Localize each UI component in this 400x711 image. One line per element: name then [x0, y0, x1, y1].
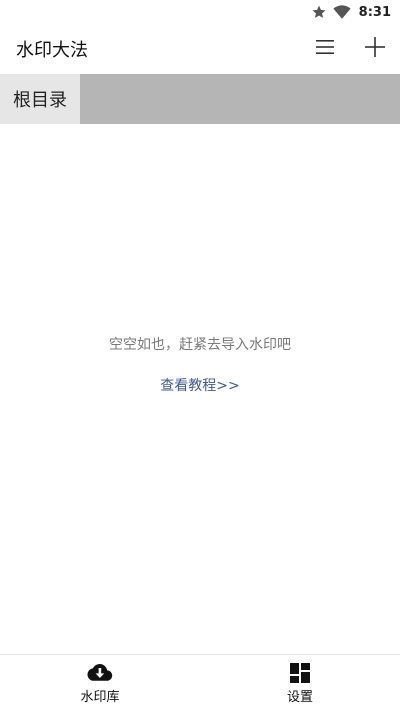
app-bar-actions: [300, 24, 400, 74]
breadcrumb-root[interactable]: 根目录: [0, 74, 80, 124]
cloud-download-icon: [87, 662, 113, 684]
app-title: 水印大法: [16, 40, 88, 61]
plus-icon: [365, 37, 385, 61]
app-bar: 水印大法: [0, 24, 400, 74]
nav-label-watermark-library: 水印库: [80, 689, 120, 705]
breadcrumb: 根目录: [0, 74, 400, 124]
nav-label-settings: 设置: [286, 689, 313, 705]
app-screen: 8:31 水印大法 根目录 空空如也，赶紧去导入水印吧 查看教程>> 水印库 设…: [0, 0, 400, 711]
nav-item-watermark-library[interactable]: 水印库: [0, 655, 200, 711]
nav-item-settings[interactable]: 设置: [200, 655, 400, 711]
hamburger-menu-icon: [316, 39, 334, 59]
empty-state-message: 空空如也，赶紧去导入水印吧: [109, 337, 291, 353]
star-icon: [311, 4, 327, 20]
view-tutorial-link[interactable]: 查看教程>>: [0, 375, 400, 395]
wifi-icon: [333, 4, 351, 20]
add-button[interactable]: [350, 24, 400, 74]
bottom-nav: 水印库 设置: [0, 654, 400, 711]
status-bar: 8:31: [0, 0, 400, 24]
menu-button[interactable]: [300, 24, 350, 74]
dashboard-icon: [290, 662, 310, 684]
status-time: 8:31: [358, 4, 391, 20]
